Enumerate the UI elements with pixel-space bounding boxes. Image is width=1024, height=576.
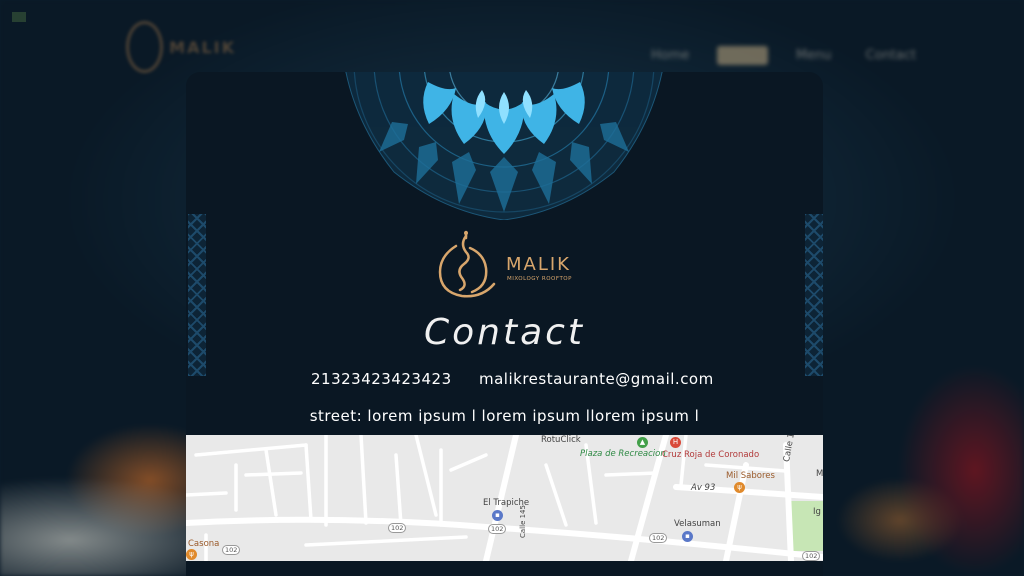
map-label-av93: Av 93 bbox=[691, 483, 716, 493]
road-number: 102 bbox=[222, 545, 241, 555]
malik-logo: MALIK MIXOLOGY ROOFTOP bbox=[436, 228, 576, 302]
mandala-ornament bbox=[345, 72, 663, 220]
brand-subtitle: MIXOLOGY ROOFTOP bbox=[507, 276, 572, 282]
park-pin-icon[interactable]: ▲ bbox=[637, 437, 648, 448]
hospital-pin-icon[interactable]: H bbox=[670, 437, 681, 448]
phone-number[interactable]: 21323423423423 bbox=[311, 370, 452, 388]
street-address: street: lorem ipsum l lorem ipsum llorem… bbox=[309, 407, 700, 425]
road-number: 102 bbox=[649, 533, 668, 543]
map-label-calle145: Calle 145 bbox=[519, 505, 527, 538]
contact-modal: MALIK MIXOLOGY ROOFTOP Contact 213234234… bbox=[186, 72, 823, 576]
road-number: 102 bbox=[488, 524, 507, 534]
modal-bottom-bar bbox=[186, 561, 823, 576]
map-label-plaza: Plaza de Recreacion bbox=[580, 449, 666, 459]
location-map[interactable]: RotuClick ▲ H Plaza de Recreacion Cruz R… bbox=[186, 435, 823, 561]
nav-item-home[interactable]: Home bbox=[645, 46, 695, 65]
map-label-m: M bbox=[816, 469, 823, 479]
nav-item-menu[interactable]: Menu bbox=[790, 46, 838, 65]
casona-pin-icon[interactable]: ψ bbox=[186, 549, 197, 560]
brand-name: MALIK bbox=[506, 254, 571, 275]
map-label-cruz-roja: Cruz Roja de Coronado bbox=[662, 450, 760, 460]
contact-title: Contact bbox=[423, 312, 586, 353]
email-address[interactable]: malikrestaurante@gmail.com bbox=[479, 370, 714, 388]
map-label-mil-sabores: Mil Sabores bbox=[726, 471, 775, 481]
nav-logo[interactable]: MALIK bbox=[126, 18, 236, 76]
store-pin-icon[interactable]: ▪ bbox=[682, 531, 693, 542]
shop-pin-icon[interactable]: ▪ bbox=[492, 510, 503, 521]
road-number: 102 bbox=[388, 523, 407, 533]
nav-item-about[interactable]: About bbox=[717, 46, 768, 65]
map-label-casona: Casona bbox=[188, 539, 220, 549]
restaurant-pin-icon[interactable]: ψ bbox=[734, 482, 745, 493]
map-label-rotuclick: RotuClick bbox=[541, 435, 581, 445]
map-label-velasuman: Velasuman bbox=[674, 519, 721, 529]
logo-mark-icon bbox=[126, 21, 164, 73]
map-label-ig: Ig bbox=[813, 507, 821, 517]
malik-logo-icon bbox=[438, 230, 496, 298]
nav-item-contact[interactable]: Contact bbox=[860, 46, 923, 65]
road-number: 102 bbox=[802, 551, 821, 561]
nav-logo-text: MALIK bbox=[169, 37, 236, 57]
nav-menu: Home About Menu Contact bbox=[645, 46, 922, 65]
